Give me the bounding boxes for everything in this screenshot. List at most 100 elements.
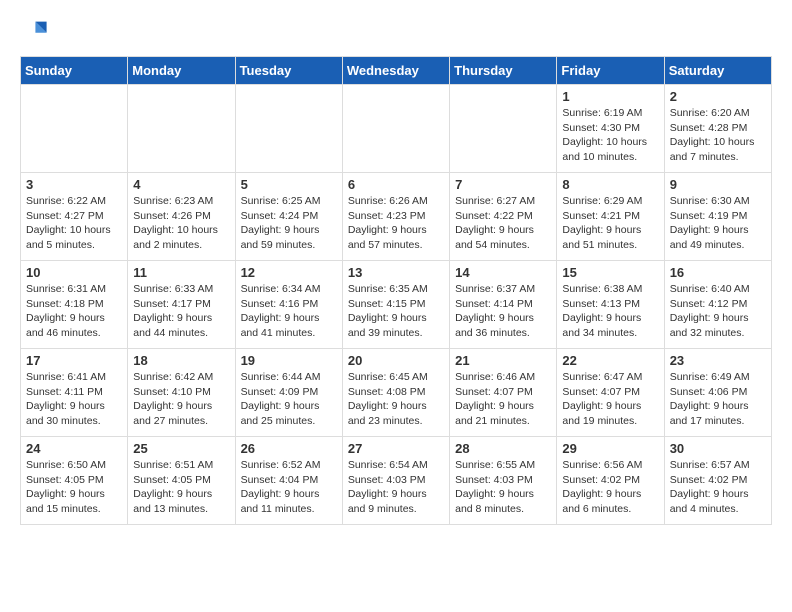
calendar-cell: 18 Sunrise: 6:42 AM Sunset: 4:10 PM Dayli… bbox=[128, 349, 235, 437]
calendar-week-1: 1 Sunrise: 6:19 AM Sunset: 4:30 PM Daylig… bbox=[21, 85, 772, 173]
day-number: 22 bbox=[562, 353, 658, 368]
day-number: 7 bbox=[455, 177, 551, 192]
calendar-cell bbox=[21, 85, 128, 173]
calendar-cell: 9Sunrise: 6:30 AM Sunset: 4:19 PM Daylig… bbox=[664, 173, 771, 261]
day-number: 9 bbox=[670, 177, 766, 192]
weekday-header-row: SundayMondayTuesdayWednesdayThursdayFrid… bbox=[21, 57, 772, 85]
day-number: 27 bbox=[348, 441, 444, 456]
day-number: 30 bbox=[670, 441, 766, 456]
weekday-header-thursday: Thursday bbox=[450, 57, 557, 85]
calendar-cell: 13 Sunrise: 6:35 AM Sunset: 4:15 PM Dayli… bbox=[342, 261, 449, 349]
day-info: Sunrise: 6:57 AM Sunset: 4:02 PM Dayligh… bbox=[670, 458, 766, 517]
calendar-cell: 3 Sunrise: 6:22 AM Sunset: 4:27 PM Daylig… bbox=[21, 173, 128, 261]
day-number: 1 bbox=[562, 89, 658, 104]
calendar-table: SundayMondayTuesdayWednesdayThursdayFrid… bbox=[20, 56, 772, 525]
calendar-cell: 14 Sunrise: 6:37 AM Sunset: 4:14 PM Dayli… bbox=[450, 261, 557, 349]
day-info: Sunrise: 6:27 AM Sunset: 4:22 PM Dayligh… bbox=[455, 194, 551, 253]
day-info: Sunrise: 6:56 AM Sunset: 4:02 PM Dayligh… bbox=[562, 458, 658, 517]
calendar-cell: 6 Sunrise: 6:26 AM Sunset: 4:23 PM Daylig… bbox=[342, 173, 449, 261]
calendar-cell: 29 Sunrise: 6:56 AM Sunset: 4:02 PM Dayli… bbox=[557, 437, 664, 525]
calendar-cell: 12Sunrise: 6:34 AM Sunset: 4:16 PM Dayli… bbox=[235, 261, 342, 349]
day-info: Sunrise: 6:22 AM Sunset: 4:27 PM Dayligh… bbox=[26, 194, 122, 253]
calendar-week-2: 3 Sunrise: 6:22 AM Sunset: 4:27 PM Daylig… bbox=[21, 173, 772, 261]
calendar-cell: 2Sunrise: 6:20 AM Sunset: 4:28 PM Daylig… bbox=[664, 85, 771, 173]
day-info: Sunrise: 6:46 AM Sunset: 4:07 PM Dayligh… bbox=[455, 370, 551, 429]
calendar-cell: 10 Sunrise: 6:31 AM Sunset: 4:18 PM Dayli… bbox=[21, 261, 128, 349]
day-info: Sunrise: 6:19 AM Sunset: 4:30 PM Dayligh… bbox=[562, 106, 658, 165]
weekday-header-friday: Friday bbox=[557, 57, 664, 85]
day-number: 10 bbox=[26, 265, 122, 280]
day-number: 17 bbox=[26, 353, 122, 368]
calendar-cell bbox=[342, 85, 449, 173]
day-number: 5 bbox=[241, 177, 337, 192]
calendar-cell: 1 Sunrise: 6:19 AM Sunset: 4:30 PM Daylig… bbox=[557, 85, 664, 173]
day-info: Sunrise: 6:31 AM Sunset: 4:18 PM Dayligh… bbox=[26, 282, 122, 341]
day-number: 26 bbox=[241, 441, 337, 456]
calendar-cell: 4 Sunrise: 6:23 AM Sunset: 4:26 PM Daylig… bbox=[128, 173, 235, 261]
calendar-cell: 25Sunrise: 6:51 AM Sunset: 4:05 PM Dayli… bbox=[128, 437, 235, 525]
logo bbox=[20, 16, 50, 44]
day-number: 24 bbox=[26, 441, 122, 456]
day-number: 11 bbox=[133, 265, 229, 280]
day-number: 2 bbox=[670, 89, 766, 104]
calendar-cell: 22Sunrise: 6:47 AM Sunset: 4:07 PM Dayli… bbox=[557, 349, 664, 437]
weekday-header-tuesday: Tuesday bbox=[235, 57, 342, 85]
day-info: Sunrise: 6:37 AM Sunset: 4:14 PM Dayligh… bbox=[455, 282, 551, 341]
day-info: Sunrise: 6:44 AM Sunset: 4:09 PM Dayligh… bbox=[241, 370, 337, 429]
calendar-cell: 5 Sunrise: 6:25 AM Sunset: 4:24 PM Daylig… bbox=[235, 173, 342, 261]
calendar-cell: 24 Sunrise: 6:50 AM Sunset: 4:05 PM Dayli… bbox=[21, 437, 128, 525]
day-number: 20 bbox=[348, 353, 444, 368]
weekday-header-wednesday: Wednesday bbox=[342, 57, 449, 85]
calendar-cell bbox=[235, 85, 342, 173]
weekday-header-sunday: Sunday bbox=[21, 57, 128, 85]
day-info: Sunrise: 6:40 AM Sunset: 4:12 PM Dayligh… bbox=[670, 282, 766, 341]
calendar-week-3: 10 Sunrise: 6:31 AM Sunset: 4:18 PM Dayli… bbox=[21, 261, 772, 349]
day-number: 21 bbox=[455, 353, 551, 368]
calendar-cell: 19 Sunrise: 6:44 AM Sunset: 4:09 PM Dayli… bbox=[235, 349, 342, 437]
day-info: Sunrise: 6:45 AM Sunset: 4:08 PM Dayligh… bbox=[348, 370, 444, 429]
calendar-cell bbox=[128, 85, 235, 173]
day-number: 8 bbox=[562, 177, 658, 192]
day-info: Sunrise: 6:26 AM Sunset: 4:23 PM Dayligh… bbox=[348, 194, 444, 253]
page-container: SundayMondayTuesdayWednesdayThursdayFrid… bbox=[0, 0, 792, 541]
day-number: 4 bbox=[133, 177, 229, 192]
page-header bbox=[20, 16, 772, 44]
calendar-cell: 30 Sunrise: 6:57 AM Sunset: 4:02 PM Dayli… bbox=[664, 437, 771, 525]
day-info: Sunrise: 6:41 AM Sunset: 4:11 PM Dayligh… bbox=[26, 370, 122, 429]
day-number: 19 bbox=[241, 353, 337, 368]
calendar-cell: 27Sunrise: 6:54 AM Sunset: 4:03 PM Dayli… bbox=[342, 437, 449, 525]
day-info: Sunrise: 6:25 AM Sunset: 4:24 PM Dayligh… bbox=[241, 194, 337, 253]
day-number: 23 bbox=[670, 353, 766, 368]
day-info: Sunrise: 6:52 AM Sunset: 4:04 PM Dayligh… bbox=[241, 458, 337, 517]
calendar-week-4: 17 Sunrise: 6:41 AM Sunset: 4:11 PM Dayli… bbox=[21, 349, 772, 437]
day-info: Sunrise: 6:42 AM Sunset: 4:10 PM Dayligh… bbox=[133, 370, 229, 429]
day-number: 6 bbox=[348, 177, 444, 192]
day-info: Sunrise: 6:51 AM Sunset: 4:05 PM Dayligh… bbox=[133, 458, 229, 517]
calendar-cell: 16 Sunrise: 6:40 AM Sunset: 4:12 PM Dayli… bbox=[664, 261, 771, 349]
calendar-cell: 8 Sunrise: 6:29 AM Sunset: 4:21 PM Daylig… bbox=[557, 173, 664, 261]
day-info: Sunrise: 6:33 AM Sunset: 4:17 PM Dayligh… bbox=[133, 282, 229, 341]
calendar-cell: 17 Sunrise: 6:41 AM Sunset: 4:11 PM Dayli… bbox=[21, 349, 128, 437]
logo-icon bbox=[20, 16, 48, 44]
day-number: 28 bbox=[455, 441, 551, 456]
day-number: 3 bbox=[26, 177, 122, 192]
day-number: 14 bbox=[455, 265, 551, 280]
day-info: Sunrise: 6:35 AM Sunset: 4:15 PM Dayligh… bbox=[348, 282, 444, 341]
day-number: 16 bbox=[670, 265, 766, 280]
day-number: 15 bbox=[562, 265, 658, 280]
day-number: 29 bbox=[562, 441, 658, 456]
calendar-cell: 23Sunrise: 6:49 AM Sunset: 4:06 PM Dayli… bbox=[664, 349, 771, 437]
day-info: Sunrise: 6:29 AM Sunset: 4:21 PM Dayligh… bbox=[562, 194, 658, 253]
calendar-cell: 11 Sunrise: 6:33 AM Sunset: 4:17 PM Dayli… bbox=[128, 261, 235, 349]
weekday-header-monday: Monday bbox=[128, 57, 235, 85]
weekday-header-saturday: Saturday bbox=[664, 57, 771, 85]
day-info: Sunrise: 6:50 AM Sunset: 4:05 PM Dayligh… bbox=[26, 458, 122, 517]
day-number: 18 bbox=[133, 353, 229, 368]
day-info: Sunrise: 6:23 AM Sunset: 4:26 PM Dayligh… bbox=[133, 194, 229, 253]
day-number: 13 bbox=[348, 265, 444, 280]
day-number: 12 bbox=[241, 265, 337, 280]
day-info: Sunrise: 6:38 AM Sunset: 4:13 PM Dayligh… bbox=[562, 282, 658, 341]
calendar-cell: 7 Sunrise: 6:27 AM Sunset: 4:22 PM Daylig… bbox=[450, 173, 557, 261]
calendar-cell: 15 Sunrise: 6:38 AM Sunset: 4:13 PM Dayli… bbox=[557, 261, 664, 349]
calendar-cell: 21 Sunrise: 6:46 AM Sunset: 4:07 PM Dayli… bbox=[450, 349, 557, 437]
